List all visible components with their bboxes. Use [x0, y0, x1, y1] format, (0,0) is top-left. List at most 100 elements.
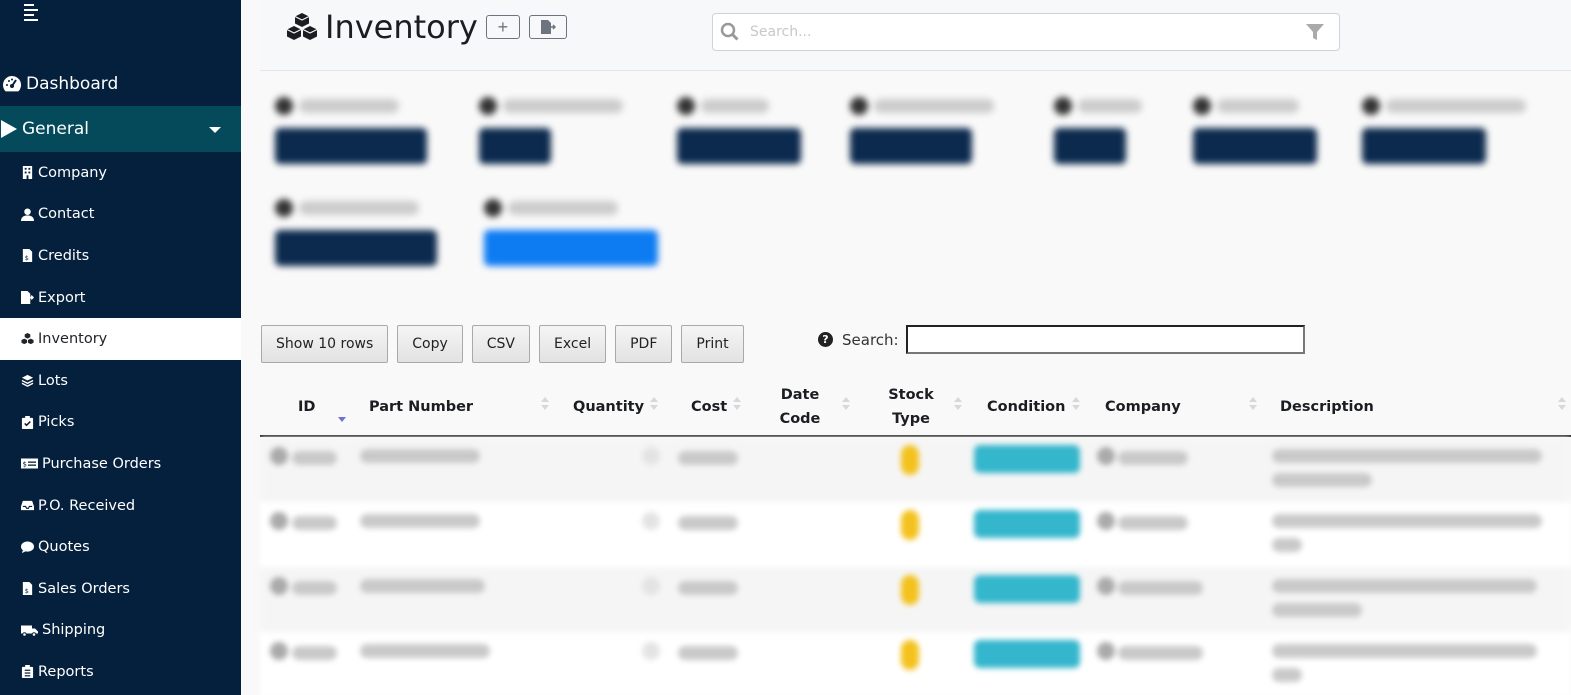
page-title: Inventory: [325, 8, 478, 46]
filter-select[interactable]: [677, 128, 801, 164]
filter-icon: [1362, 97, 1380, 115]
filter-group: [1362, 94, 1526, 164]
column-header-condition[interactable]: Condition: [987, 378, 1087, 437]
filter-select[interactable]: [1193, 128, 1317, 164]
filter-icon: [479, 97, 497, 115]
copy-button[interactable]: Copy: [397, 325, 463, 363]
clipboard-list-icon: [21, 665, 34, 679]
company-icon: [1097, 512, 1115, 530]
filter-select[interactable]: [1054, 128, 1126, 164]
pdf-button[interactable]: PDF: [615, 325, 673, 363]
help-icon[interactable]: ?: [818, 332, 833, 347]
sidebar-item-label: Inventory: [38, 331, 108, 348]
cell-part-number[interactable]: [360, 579, 485, 593]
cell-description: [1272, 668, 1302, 682]
filter-icon[interactable]: [1305, 22, 1325, 42]
table-header: ID Part Number Quantity Cost Date Code S…: [260, 378, 1571, 437]
comment-icon: [21, 541, 34, 554]
filter-select[interactable]: [479, 128, 551, 164]
filter-select[interactable]: [275, 230, 437, 266]
csv-button[interactable]: CSV: [471, 325, 531, 363]
filter-label: [275, 196, 437, 220]
table-row[interactable]: [260, 437, 1571, 502]
menu-toggle-icon[interactable]: [24, 4, 40, 21]
sidebar-item-sales-orders[interactable]: $ Sales Orders: [0, 568, 241, 610]
sidebar-item-label: Sales Orders: [38, 580, 130, 597]
sidebar-item-label: Shipping: [42, 622, 106, 639]
cell-company[interactable]: [1118, 451, 1188, 465]
column-header-company[interactable]: Company: [1105, 378, 1265, 437]
column-header-label: Part Number: [369, 398, 474, 415]
sidebar-item-label: Reports: [38, 663, 94, 680]
columns-select[interactable]: [484, 230, 658, 266]
sidebar-item-reports[interactable]: Reports: [0, 651, 241, 693]
show-rows-button[interactable]: Show 10 rows: [261, 325, 389, 363]
cell-description: [1272, 473, 1372, 487]
sidebar-item-dashboard[interactable]: Dashboard: [0, 64, 241, 104]
global-search-input[interactable]: [750, 24, 1305, 40]
column-header-part-number[interactable]: Part Number: [369, 378, 554, 437]
page-header: Inventory +: [260, 0, 1571, 71]
filter-select[interactable]: [275, 128, 427, 164]
sort-desc-icon: [338, 395, 346, 422]
row-icon: [270, 577, 288, 595]
print-button[interactable]: Print: [681, 325, 744, 363]
filter-label: [850, 94, 994, 118]
column-header-id[interactable]: ID: [298, 378, 358, 437]
filter-icon: [275, 199, 293, 217]
sidebar-item-company[interactable]: Company: [0, 152, 241, 194]
excel-button[interactable]: Excel: [539, 325, 607, 363]
sidebar-item-contact[interactable]: Contact: [0, 194, 241, 236]
table-row[interactable]: [260, 632, 1571, 695]
cell-part-number[interactable]: [360, 644, 490, 658]
cubes-icon: [21, 332, 34, 346]
sidebar-item-quotes[interactable]: Quotes: [0, 526, 241, 568]
columns-icon: [484, 199, 502, 217]
column-header-date-code[interactable]: Date Code: [775, 378, 855, 437]
sidebar-item-purchase-orders[interactable]: $ Purchase Orders: [0, 443, 241, 485]
sidebar-group-label: General: [22, 119, 89, 139]
filter-select[interactable]: [1362, 128, 1486, 164]
table-search-input[interactable]: [905, 325, 1305, 354]
cell-part-number[interactable]: [360, 449, 480, 463]
column-header-quantity[interactable]: Quantity: [573, 378, 663, 437]
cell-company[interactable]: [1118, 516, 1188, 530]
stock-type-badge: [901, 510, 919, 540]
stock-type-badge: [901, 575, 919, 605]
table-toolbar: Show 10 rows Copy CSV Excel PDF Print: [261, 325, 753, 363]
inbox-icon: [21, 499, 34, 512]
cell-id: [292, 646, 337, 660]
sort-icon: [733, 395, 741, 413]
sidebar-item-picks[interactable]: Picks: [0, 402, 241, 444]
filter-icon: [677, 97, 695, 115]
table-row[interactable]: [260, 502, 1571, 567]
column-header-stock-type[interactable]: Stock Type: [885, 378, 965, 437]
sidebar-item-credits[interactable]: $ Credits: [0, 235, 241, 277]
sidebar-item-label: Credits: [38, 247, 90, 264]
sidebar-item-label: Purchase Orders: [42, 455, 162, 472]
filter-label: [1362, 94, 1526, 118]
table-search: ? Search:: [818, 325, 1305, 354]
filter-select[interactable]: [850, 128, 972, 164]
cell-part-number[interactable]: [360, 514, 480, 528]
sidebar-item-shipping[interactable]: Shipping: [0, 610, 241, 652]
sidebar-item-inventory[interactable]: Inventory: [0, 318, 241, 360]
export-inventory-button[interactable]: [528, 15, 567, 39]
table-row[interactable]: [260, 567, 1571, 632]
cell-quantity: [642, 577, 660, 595]
user-icon: [21, 208, 34, 221]
cell-company[interactable]: [1118, 581, 1203, 595]
sidebar-item-po-received[interactable]: P.O. Received: [0, 485, 241, 527]
sidebar-item-label: Export: [38, 289, 86, 306]
chevron-down-icon: [209, 127, 221, 133]
column-header-description[interactable]: Description: [1280, 378, 1571, 437]
column-header-cost[interactable]: Cost: [691, 378, 746, 437]
cell-company[interactable]: [1118, 646, 1203, 660]
sidebar-item-lots[interactable]: Lots: [0, 360, 241, 402]
add-inventory-button[interactable]: +: [485, 15, 520, 39]
filter-icon: [275, 97, 293, 115]
column-header-label: Company: [1105, 398, 1181, 415]
sidebar-item-export[interactable]: Export: [0, 277, 241, 319]
cell-description: [1272, 449, 1542, 463]
sidebar-group-general[interactable]: General: [0, 106, 241, 152]
